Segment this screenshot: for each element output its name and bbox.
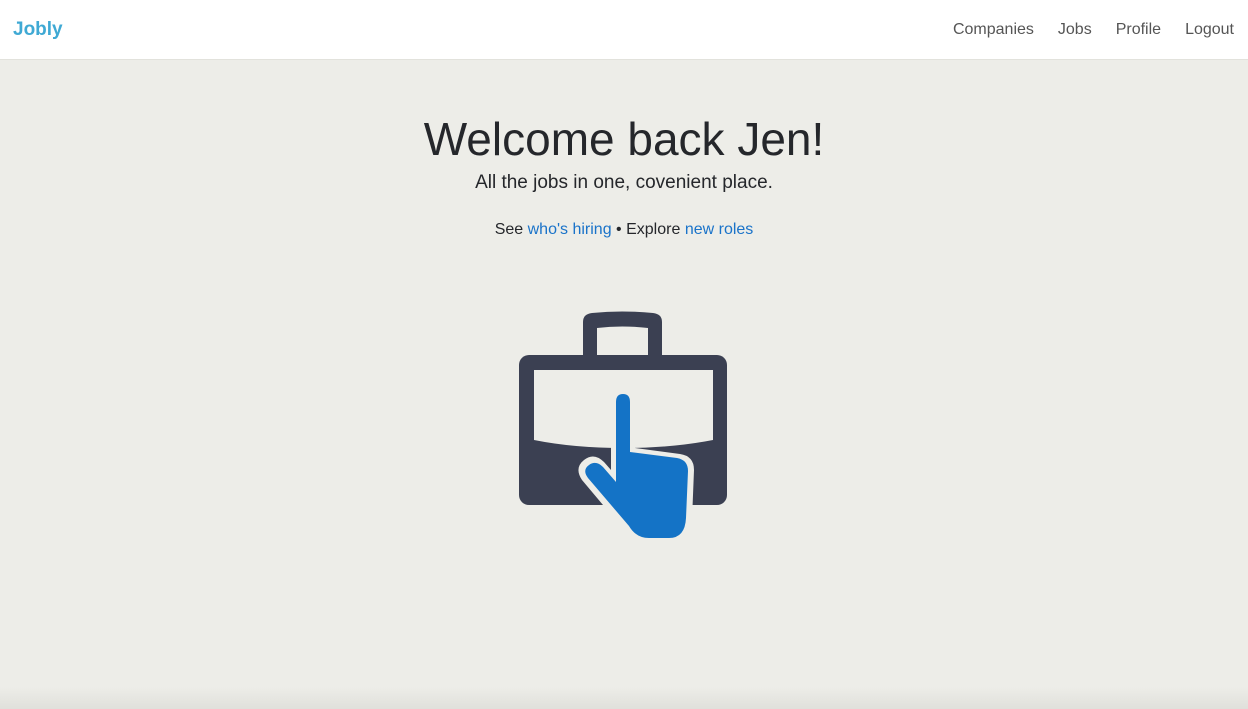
nav-link-logout[interactable]: Logout: [1185, 19, 1234, 41]
briefcase-pointing-hand-icon: [512, 308, 734, 544]
brand-logo-link[interactable]: Jobly: [13, 19, 63, 41]
nav-link-companies[interactable]: Companies: [953, 19, 1034, 41]
hero-tagline: All the jobs in one, covenient place.: [475, 172, 773, 193]
see-prefix: See: [494, 221, 524, 238]
bottom-shade: [0, 687, 1248, 709]
whos-hiring-link[interactable]: who's hiring: [528, 221, 612, 238]
new-roles-link[interactable]: new roles: [685, 221, 753, 238]
welcome-heading: Welcome back Jen!: [423, 113, 825, 165]
separator-dot: •: [616, 221, 622, 238]
nav-link-jobs[interactable]: Jobs: [1058, 19, 1092, 41]
nav-link-profile[interactable]: Profile: [1116, 19, 1161, 41]
nav-links: Companies Jobs Profile Logout: [929, 19, 1234, 41]
hero-links: See who's hiring • Explore new roles: [0, 219, 1248, 241]
hero-section: Welcome back Jen! All the jobs in one, c…: [0, 61, 1248, 241]
top-navbar: Jobly Companies Jobs Profile Logout: [0, 0, 1248, 60]
explore-prefix: Explore: [626, 221, 681, 238]
